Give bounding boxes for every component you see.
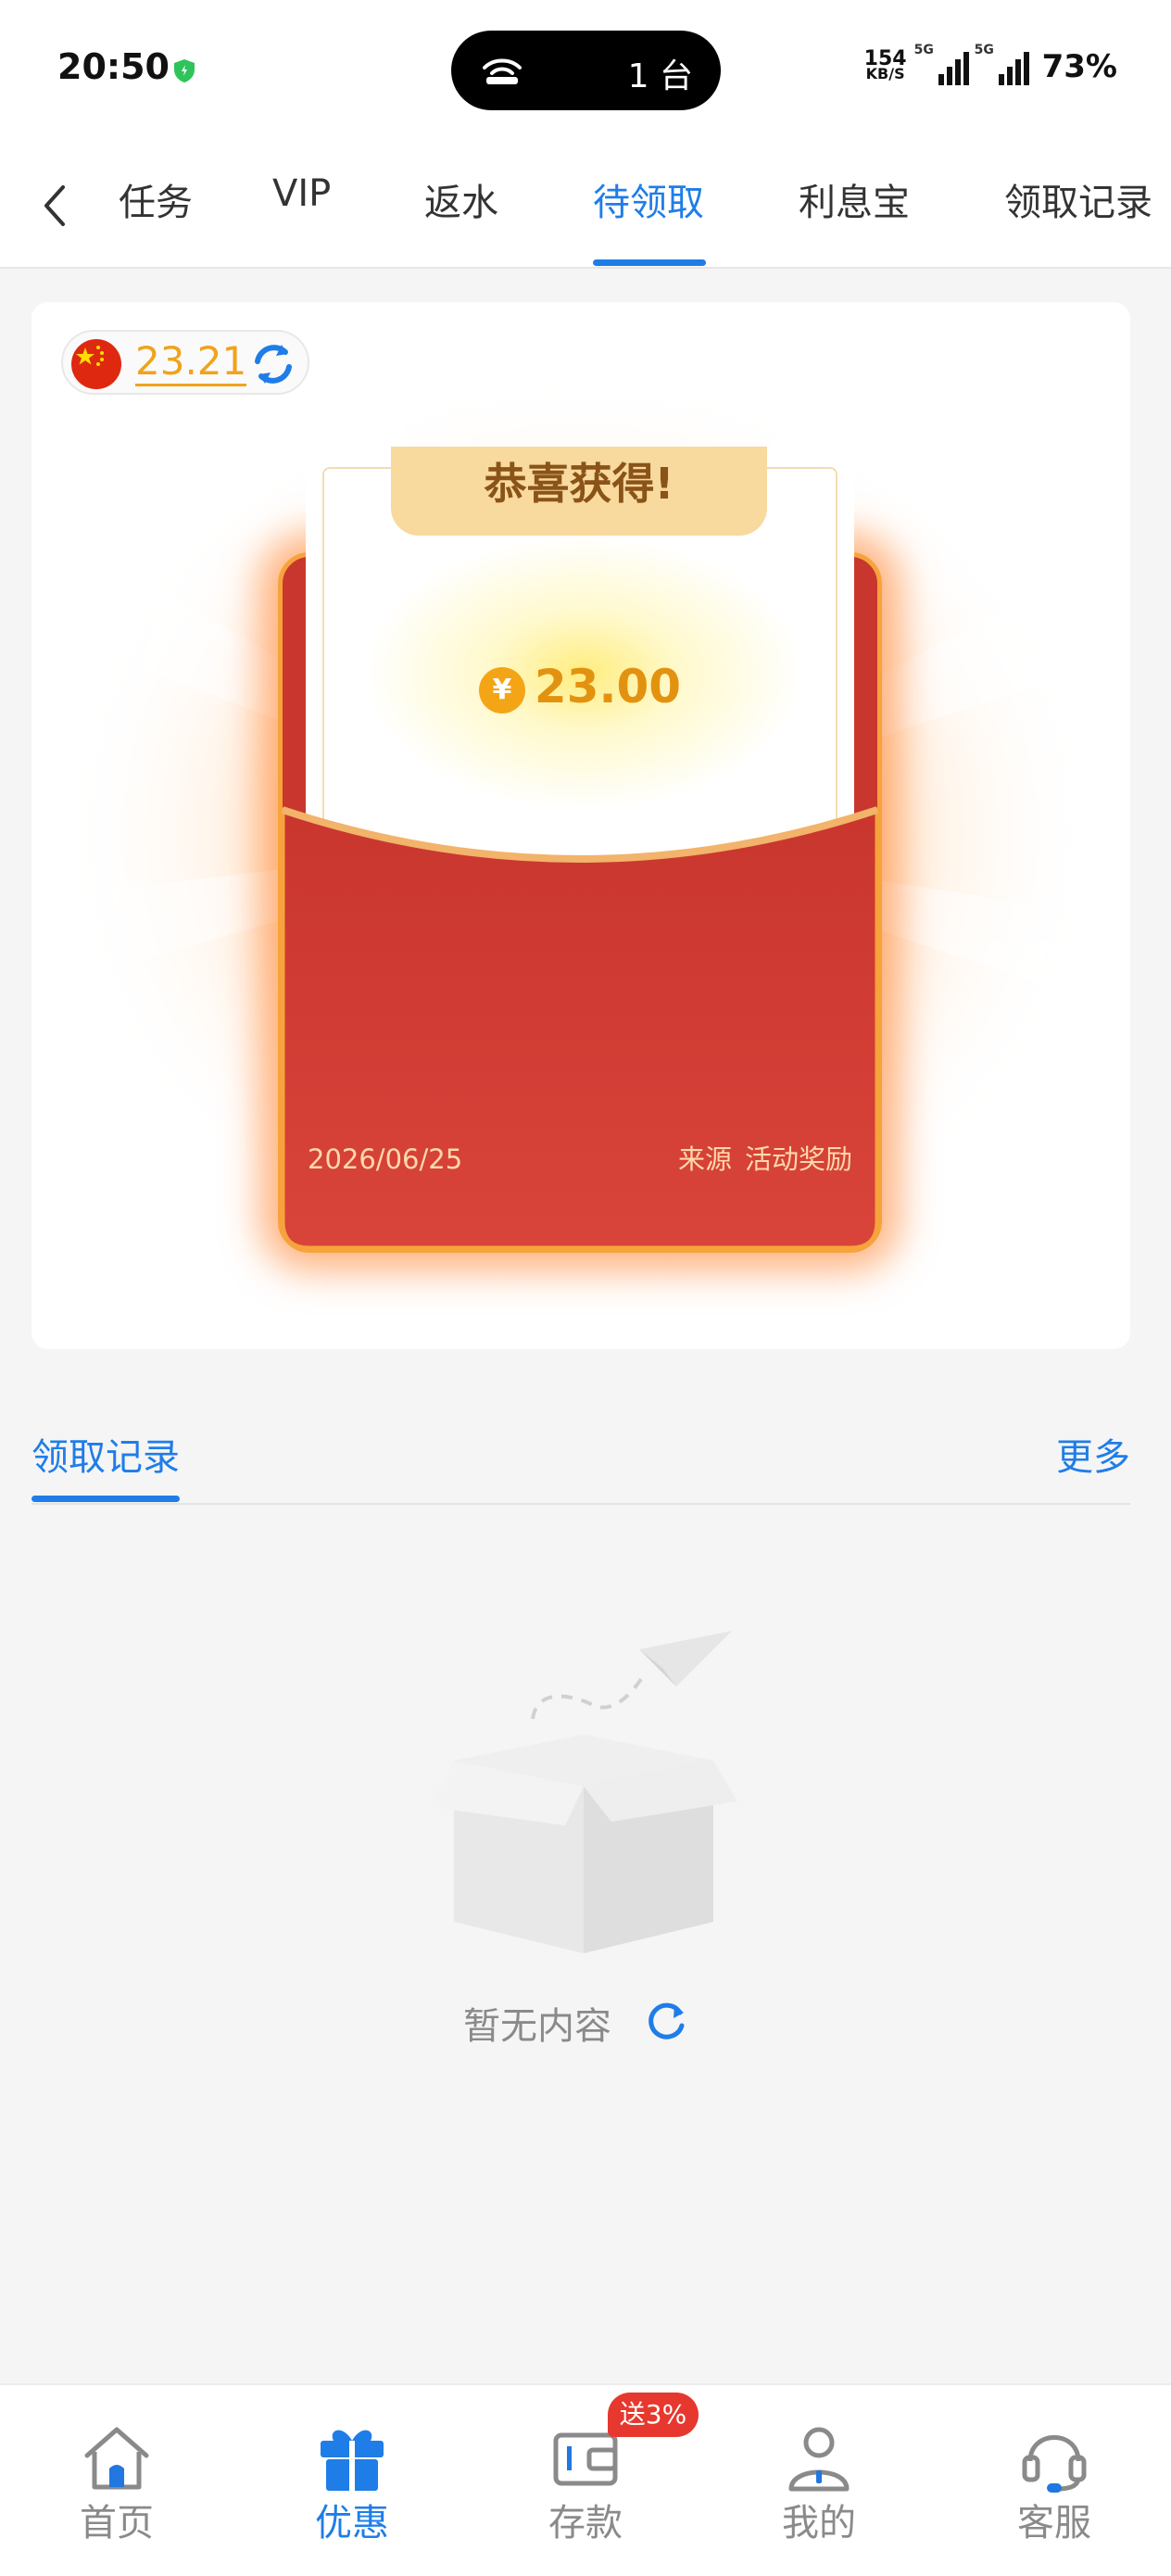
empty-box-icon — [430, 1631, 737, 1953]
signal-icon: 5G — [914, 43, 969, 85]
shield-icon — [174, 59, 195, 82]
nav-deposit-label: 存款 — [548, 2502, 623, 2544]
bottom-nav: 首页 优惠 存款 我的 客服 — [0, 2383, 1171, 2576]
system-indicators: 154 KB/S 5G 5G 73% — [864, 43, 1117, 89]
nav-profile-label: 我的 — [782, 2502, 856, 2544]
balance-pill: 23.21 — [61, 330, 309, 395]
reward-amount: ¥23.00 — [306, 660, 854, 713]
dynamic-island[interactable]: 1 台 — [451, 31, 721, 110]
records-tab-indicator — [31, 1496, 180, 1502]
hotspot-icon — [483, 58, 522, 84]
nav-home[interactable]: 首页 — [24, 2385, 209, 2570]
net-speed-unit: KB/S — [865, 65, 905, 82]
source-value: 活动奖励 — [744, 1143, 852, 1175]
tab-rebate[interactable]: 返水 — [424, 172, 498, 226]
nav-offers[interactable]: 优惠 — [259, 2385, 445, 2570]
nav-home-label: 首页 — [80, 2502, 154, 2544]
battery-level: 73% — [1041, 48, 1117, 85]
signal-tag: 5G — [913, 43, 934, 57]
nav-support[interactable]: 客服 — [962, 2385, 1147, 2570]
tab-claim-records[interactable]: 领取记录 — [1004, 172, 1152, 226]
refresh-icon[interactable] — [248, 339, 298, 389]
source-label: 来源 — [677, 1143, 732, 1175]
back-arrow-icon[interactable] — [35, 178, 72, 234]
status-time: 20:50 — [57, 46, 170, 87]
congrats-title: 恭喜获得! — [391, 447, 767, 536]
empty-state-text: 暂无内容 — [463, 2005, 611, 2048]
claim-records-tab[interactable]: 领取记录 — [31, 1427, 180, 1481]
tab-vip[interactable]: VIP — [272, 172, 331, 215]
gift-icon — [321, 2430, 384, 2491]
nav-offers-label: 优惠 — [315, 2502, 389, 2544]
user-icon — [788, 2427, 850, 2492]
tab-interest[interactable]: 利息宝 — [799, 172, 910, 226]
tab-pending[interactable]: 待领取 — [593, 172, 704, 226]
net-speed: 154 KB/S — [864, 49, 907, 82]
yuan-coin-icon: ¥ — [478, 667, 525, 713]
signal-icon: 5G — [975, 43, 1029, 85]
nav-profile[interactable]: 我的 — [726, 2385, 912, 2570]
status-bar: 20:50 1 台 154 KB/S 5G 5G 73% — [0, 0, 1171, 139]
more-link[interactable]: 更多 — [1056, 1427, 1130, 1481]
reward-date: 2026/06/25 — [308, 1143, 463, 1175]
nav-support-label: 客服 — [1017, 2502, 1091, 2544]
tab-tasks[interactable]: 任务 — [119, 172, 193, 226]
home-icon — [84, 2427, 149, 2490]
china-flag-icon — [71, 339, 121, 389]
top-tab-bar: 任务 VIP 返水 待领取 利息宝 领取记录 — [0, 139, 1171, 269]
active-tab-indicator — [593, 259, 706, 266]
reward-source: 来源 活动奖励 — [665, 1138, 852, 1177]
records-divider — [31, 1503, 1130, 1505]
deposit-promo-badge: 送3% — [608, 2393, 699, 2437]
balance-value: 23.21 — [135, 339, 247, 386]
red-envelope-front[interactable] — [278, 797, 882, 1253]
island-count: 1 台 — [627, 57, 693, 95]
reload-icon[interactable] — [643, 1998, 689, 2044]
headset-icon — [1022, 2435, 1087, 2493]
signal-tag: 5G — [974, 43, 994, 57]
reward-amount-value: 23.00 — [534, 660, 682, 713]
